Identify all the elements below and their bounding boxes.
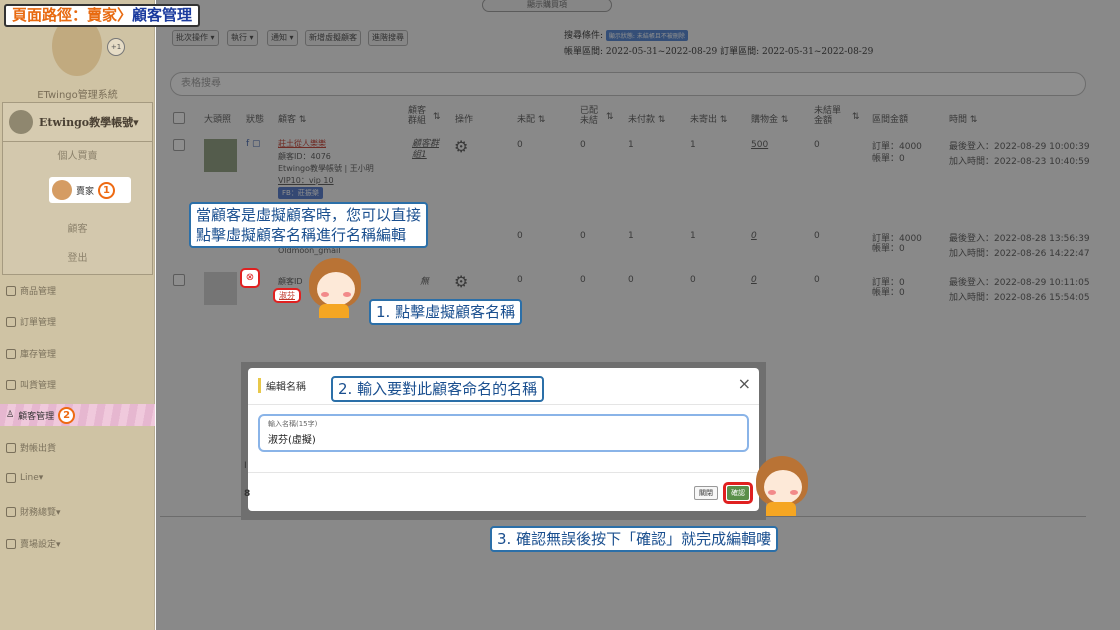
chart-icon (6, 442, 16, 453)
sidebar-item-orders[interactable]: 訂單管理 (6, 315, 56, 328)
sidebar-item-label: 對帳出貨 (20, 444, 57, 454)
obscured-text: 8 (244, 489, 251, 499)
mascot-icon (305, 258, 365, 318)
cart-icon (6, 538, 16, 549)
user-icon: ♙ (6, 410, 15, 420)
menu-seller[interactable]: 賣家 1 (49, 177, 131, 203)
step-badge-1: 1 (98, 181, 116, 199)
sidebar-item-label: Line▾ (20, 473, 44, 483)
sidebar-item-label: 賣場設定▾ (20, 540, 61, 550)
highlight-customer-name: 淑芬 (273, 288, 301, 303)
confirm-button[interactable]: 確認 (727, 486, 749, 500)
mascot-icon (752, 456, 812, 516)
sidebar-item-finance[interactable]: 財務總覽▾ (6, 505, 61, 518)
sidebar-item-purchase[interactable]: 叫貨管理 (6, 378, 56, 391)
hint-callout: 當顧客是虛擬顧客時，您可以直接 點擊虛擬顧客名稱進行名稱編輯 (189, 202, 429, 248)
confirm-button-highlight: 確認 (723, 482, 753, 504)
modal-divider (248, 472, 759, 473)
step3-callout: 3. 確認無誤後按下「確認」就完成編輯嘍 (490, 526, 779, 552)
menu-customer[interactable]: 顧客 (3, 220, 152, 235)
sidebar: +1 ETwingo管理系統 Etwingo教學帳號▾ 個人買賣 顧客 登出 賣… (0, 0, 155, 630)
step1-callout: 1. 點擊虛擬顧客名稱 (369, 299, 523, 325)
account-switcher[interactable]: Etwingo教學帳號▾ (2, 102, 153, 142)
sidebar-item-label: 顧客管理 (18, 411, 55, 422)
name-input[interactable]: 輸入名稱(15字) 淑芬(虛擬) (258, 414, 749, 452)
system-name: ETwingo管理系統 (37, 90, 118, 101)
step2-callout: 2. 輸入要對此顧客命名的名稱 (331, 376, 545, 402)
sidebar-item-label: 財務總覽▾ (20, 508, 61, 518)
sidebar-item-label: 商品管理 (20, 287, 57, 297)
sidebar-item-label: 叫貨管理 (20, 381, 57, 391)
sidebar-item-inventory[interactable]: 庫存管理 (6, 347, 56, 360)
name-input-label: 輸入名稱(15字) (268, 420, 318, 428)
step-badge-2: 2 (58, 406, 76, 424)
finance-icon (6, 506, 16, 517)
truck-icon (6, 379, 16, 390)
breadcrumb: 頁面路徑：賣家〉顧客管理 (4, 4, 201, 27)
modal-title: 編輯名稱 (258, 378, 306, 393)
modal-divider (248, 404, 759, 405)
breadcrumb-separator: 〉 (117, 6, 133, 24)
sidebar-item-label: 訂單管理 (20, 318, 57, 328)
highlight-virtual-icon: ⊗ (240, 268, 260, 288)
edit-icon (6, 316, 16, 327)
account-menu: 個人買賣 顧客 登出 (2, 142, 153, 275)
breadcrumb-current: 顧客管理 (132, 6, 193, 24)
menu-logout[interactable]: 登出 (3, 249, 152, 264)
calendar-icon (6, 348, 16, 359)
seller-label: 賣家 (76, 186, 95, 197)
seller-avatar-icon (52, 180, 72, 200)
sidebar-item-customers[interactable]: ♙ 顧客管理 2 (0, 404, 155, 426)
virtual-customer-name-link[interactable]: 淑芬 (275, 290, 299, 301)
sidebar-item-line[interactable]: Line▾ (6, 473, 43, 483)
name-input-value[interactable]: 淑芬(虛擬) (268, 431, 739, 446)
obscured-text: I (244, 461, 247, 471)
account-name: Etwingo教學帳號▾ (39, 116, 139, 129)
sidebar-item-label: 庫存管理 (20, 350, 57, 360)
menu-personal[interactable]: 個人買賣 (3, 147, 152, 162)
notification-badge[interactable]: +1 (107, 38, 125, 56)
avatar (9, 110, 33, 134)
virtual-customer-icon: ⊗ (245, 272, 255, 283)
close-icon[interactable]: × (738, 374, 751, 393)
breadcrumb-prefix: 頁面路徑：賣家 (12, 6, 118, 24)
sidebar-item-products[interactable]: 商品管理 (6, 284, 56, 297)
sidebar-item-store-settings[interactable]: 賣場設定▾ (6, 537, 61, 550)
sidebar-item-reconcile[interactable]: 對帳出貨 (6, 441, 56, 454)
line-icon (6, 473, 16, 483)
cancel-button[interactable]: 關閉 (694, 486, 718, 500)
box-icon (6, 285, 16, 296)
